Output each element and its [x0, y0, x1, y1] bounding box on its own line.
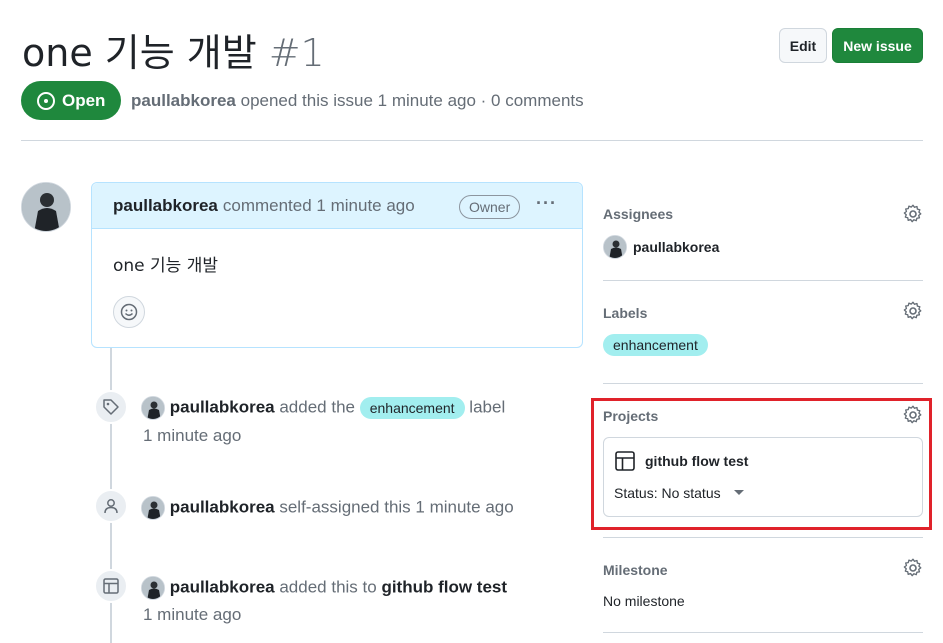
- timeline-text: self-assigned this 1 minute ago: [279, 497, 514, 517]
- tag-icon: [94, 390, 128, 424]
- owner-badge: Owner: [459, 195, 521, 219]
- issue-title-text: one 기능 개발: [22, 31, 257, 75]
- table-icon: [94, 569, 128, 603]
- timeline-project-link[interactable]: github flow test: [381, 577, 507, 596]
- avatar: [603, 235, 627, 259]
- comment-menu-button[interactable]: ···: [536, 193, 557, 214]
- sidebar-divider: [603, 537, 923, 538]
- avatar[interactable]: [141, 496, 165, 520]
- labels-heading: Labels: [603, 305, 648, 321]
- assignee-item[interactable]: paullabkorea: [603, 235, 719, 259]
- gear-icon[interactable]: [903, 558, 923, 578]
- timeline-text: added the: [279, 397, 355, 417]
- timeline-actor[interactable]: paullabkorea: [170, 577, 275, 596]
- new-issue-button[interactable]: New issue: [832, 28, 923, 63]
- issue-state-badge: Open: [21, 81, 121, 120]
- label-enhancement[interactable]: enhancement: [603, 334, 708, 356]
- avatar[interactable]: [141, 396, 165, 420]
- comment-box: paullabkorea commented 1 minute ago Owne…: [91, 182, 583, 348]
- issue-title: one 기능 개발 #1: [22, 22, 325, 77]
- timeline-time[interactable]: 1 minute ago: [143, 605, 241, 625]
- timeline-event-project: paullabkorea added this to github flow t…: [141, 576, 507, 600]
- edit-button[interactable]: Edit: [779, 28, 827, 63]
- smiley-icon: [120, 303, 138, 321]
- timeline-text: added this to: [279, 577, 377, 597]
- issue-meta-text: opened this issue 1 minute ago · 0 comme…: [240, 91, 584, 110]
- highlight-box: [591, 398, 932, 530]
- comment-header: paullabkorea commented 1 minute ago Owne…: [92, 183, 582, 229]
- comment-body: one 기능 개발: [113, 256, 219, 276]
- add-reaction-button[interactable]: [113, 296, 145, 328]
- sidebar-divider: [603, 632, 923, 633]
- timeline-event-assign: paullabkorea self-assigned this 1 minute…: [141, 496, 514, 520]
- sidebar-divider: [603, 280, 923, 281]
- issue-author-link[interactable]: paullabkorea: [131, 91, 236, 110]
- gear-icon[interactable]: [903, 301, 923, 321]
- assignee-name: paullabkorea: [633, 239, 720, 255]
- timeline-actor[interactable]: paullabkorea: [170, 397, 275, 416]
- issue-number: #1: [268, 31, 325, 75]
- assignees-heading: Assignees: [603, 206, 674, 222]
- header-divider: [21, 140, 923, 141]
- sidebar-divider: [603, 383, 923, 384]
- issue-state-text: Open: [62, 90, 106, 110]
- avatar[interactable]: [141, 576, 165, 600]
- comment-author[interactable]: paullabkorea: [113, 196, 218, 216]
- timeline-actor[interactable]: paullabkorea: [170, 497, 275, 516]
- gear-icon[interactable]: [903, 204, 923, 224]
- label-enhancement[interactable]: enhancement: [359, 397, 465, 419]
- avatar[interactable]: [21, 182, 71, 232]
- timeline-time[interactable]: 1 minute ago: [143, 426, 241, 446]
- comment-action: commented 1 minute ago: [222, 195, 415, 215]
- timeline-event-label: paullabkorea added the enhancement label: [141, 396, 505, 420]
- person-icon: [94, 489, 128, 523]
- issue-meta: paullabkorea opened this issue 1 minute …: [131, 91, 584, 111]
- sidebar-label[interactable]: enhancement: [603, 334, 708, 356]
- milestone-value: No milestone: [603, 593, 685, 609]
- milestone-heading: Milestone: [603, 562, 668, 578]
- timeline-text: label: [469, 397, 506, 417]
- issue-open-icon: [37, 91, 55, 110]
